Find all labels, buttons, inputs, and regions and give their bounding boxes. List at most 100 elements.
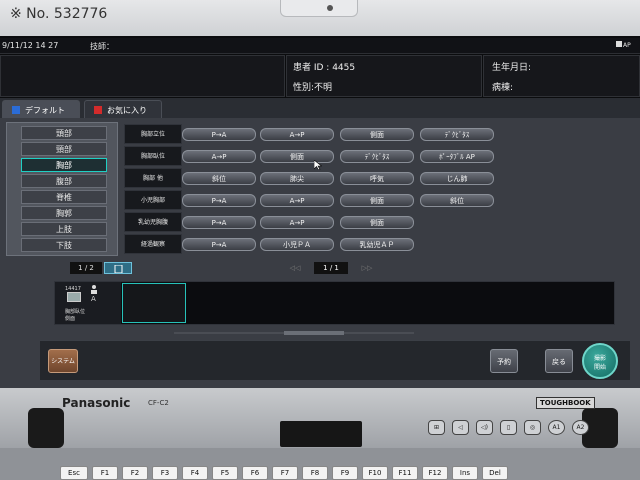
key-f1[interactable]: F1 (92, 466, 118, 480)
key-f2[interactable]: F2 (122, 466, 148, 480)
back-button[interactable]: 戻る (545, 349, 573, 373)
body-part-spine[interactable]: 脊椎 (21, 190, 107, 204)
tab-default[interactable]: デフォルト (2, 100, 80, 118)
photo-number-label: ※ No. 532776 (10, 6, 108, 22)
start-exposure-line1: 撮影 (593, 355, 606, 362)
key-f11[interactable]: F11 (392, 466, 418, 480)
body-part-neck[interactable]: 頸部 (21, 142, 107, 156)
power-button[interactable]: ◎ (524, 420, 541, 435)
protocol-button[interactable]: 側面 (260, 150, 334, 163)
body-part-lower-limb[interactable]: 下肢 (21, 238, 107, 252)
protocol-button[interactable]: ﾎﾟｰﾀﾌﾞﾙ AP (420, 150, 494, 163)
toughbook-logo: TOUGHBOOK (536, 397, 595, 409)
protocol-button[interactable]: 呼気 (340, 172, 414, 185)
key-esc[interactable]: Esc (60, 466, 88, 480)
group-pediatric-chest: 小児胸部 (124, 190, 182, 210)
key-f12[interactable]: F12 (422, 466, 448, 480)
key-f6[interactable]: F6 (242, 466, 268, 480)
protocol-button[interactable]: P→A (182, 128, 256, 141)
key-f3[interactable]: F3 (152, 466, 178, 480)
body-part-upper-limb[interactable]: 上肢 (21, 222, 107, 236)
start-exposure-button[interactable]: 撮影 開始 (582, 343, 618, 379)
image-thumbnail[interactable] (122, 283, 186, 323)
protocol-button[interactable]: 側面 (340, 194, 414, 207)
start-exposure-line2: 開始 (593, 364, 606, 371)
protocol-button[interactable]: A→P (260, 216, 334, 229)
key-f5[interactable]: F5 (212, 466, 238, 480)
body-part-list: 頭部 頸部 胸部 腹部 脊椎 胸郭 上肢 下肢 (6, 122, 118, 256)
header-panel-patient: 患者 ID : 4455 性別:不明 (286, 55, 482, 97)
technician-label: 技師： (90, 42, 114, 51)
key-ins[interactable]: Ins (452, 466, 478, 480)
a1-button[interactable]: A1 (548, 420, 565, 435)
group-infant-chest-abdomen: 乳幼児胸腹 (124, 212, 182, 232)
prev-page-button[interactable]: ◁◁ (282, 262, 308, 274)
series-desc-view: 側面 (65, 316, 76, 322)
protocol-button[interactable]: P→A (182, 216, 256, 229)
protocol-button[interactable]: じん肺 (420, 172, 494, 185)
protocol-button[interactable]: ﾃﾞｸﾋﾞﾀｽ (420, 128, 494, 141)
red-square-icon (94, 106, 102, 114)
tab-favorites[interactable]: お気に入り (84, 100, 162, 118)
xray-thumbnail-icon (67, 292, 81, 302)
webcam-lens-icon (327, 5, 333, 11)
patient-sex: 性別:不明 (293, 83, 333, 93)
protocol-button[interactable]: 小児ＰＡ (260, 238, 334, 251)
protocol-button[interactable]: 肺尖 (260, 172, 334, 185)
series-strip: 14417 A 胸部臥位 側面 (54, 281, 615, 325)
patient-id: 患者 ID : 4455 (293, 63, 356, 73)
key-f4[interactable]: F4 (182, 466, 208, 480)
group-follow-up: 経過観察 (124, 234, 182, 254)
key-f7[interactable]: F7 (272, 466, 298, 480)
screen-lock-button[interactable]: ▯ (500, 420, 517, 435)
body-part-chest[interactable]: 胸部 (21, 158, 107, 172)
mouse-cursor-icon (314, 160, 322, 170)
protocol-button[interactable]: A→P (260, 128, 334, 141)
protocol-button[interactable]: P→A (182, 238, 256, 251)
protocol-button[interactable]: 側面 (340, 216, 414, 229)
laptop-frame: ※ No. 532776 9/11/12 14 27 技師： AP 患者 ID … (0, 0, 640, 480)
body-part-ribcage[interactable]: 胸郭 (21, 206, 107, 220)
protocol-button[interactable]: A→P (182, 150, 256, 163)
key-f8[interactable]: F8 (302, 466, 328, 480)
webcam-housing (280, 0, 358, 17)
protocol-button[interactable]: 側面 (340, 128, 414, 141)
protocol-page-indicator: 1 / 1 (314, 262, 348, 274)
key-del[interactable]: Del (482, 466, 508, 480)
protocol-button[interactable]: 乳幼児ＡＰ (340, 238, 414, 251)
protocol-button[interactable]: 斜位 (182, 172, 256, 185)
left-hinge-bracket (28, 408, 64, 448)
group-chest-standing: 胸部立位 (124, 124, 182, 144)
datetime: 9/11/12 14 27 (2, 41, 59, 50)
tab-default-label: デフォルト (25, 106, 65, 115)
rotate-button[interactable]: ◁ (452, 420, 469, 435)
group-chest-other: 胸部 他 (124, 168, 182, 188)
center-hinge (280, 421, 362, 447)
model-label: CF-C2 (148, 399, 169, 407)
person-icon (91, 285, 97, 294)
body-part-abdomen[interactable]: 腹部 (21, 174, 107, 188)
brand-logo: Panasonic (62, 396, 131, 410)
body-part-page-indicator: 1 / 2 (70, 262, 102, 274)
a2-button[interactable]: A2 (572, 420, 589, 435)
reserve-button[interactable]: 予約 (490, 349, 518, 373)
volume-button[interactable]: ◁) (476, 420, 493, 435)
tab-bar: デフォルト お気に入り (0, 98, 640, 118)
windows-button[interactable]: ⊞ (428, 420, 445, 435)
series-scrollbar[interactable] (54, 328, 615, 338)
system-button[interactable]: システム (48, 349, 78, 373)
status-header: 9/11/12 14 27 技師： AP (0, 38, 640, 54)
folder-button[interactable] (104, 262, 132, 274)
series-card[interactable]: 14417 A 胸部臥位 側面 (55, 282, 121, 324)
body-part-head[interactable]: 頭部 (21, 126, 107, 140)
protocol-group-labels: 胸部立位 胸部臥位 胸部 他 小児胸部 乳幼児胸腹 経過観察 (124, 122, 182, 256)
key-f10[interactable]: F10 (362, 466, 388, 480)
group-chest-supine: 胸部臥位 (124, 146, 182, 166)
blue-square-icon (12, 106, 20, 114)
protocol-button[interactable]: A→P (260, 194, 334, 207)
key-f9[interactable]: F9 (332, 466, 358, 480)
protocol-button[interactable]: P→A (182, 194, 256, 207)
protocol-button[interactable]: ﾃﾞｸﾋﾞﾀｽ (340, 150, 414, 163)
next-page-button[interactable]: ▷▷ (354, 262, 380, 274)
protocol-button[interactable]: 斜位 (420, 194, 494, 207)
